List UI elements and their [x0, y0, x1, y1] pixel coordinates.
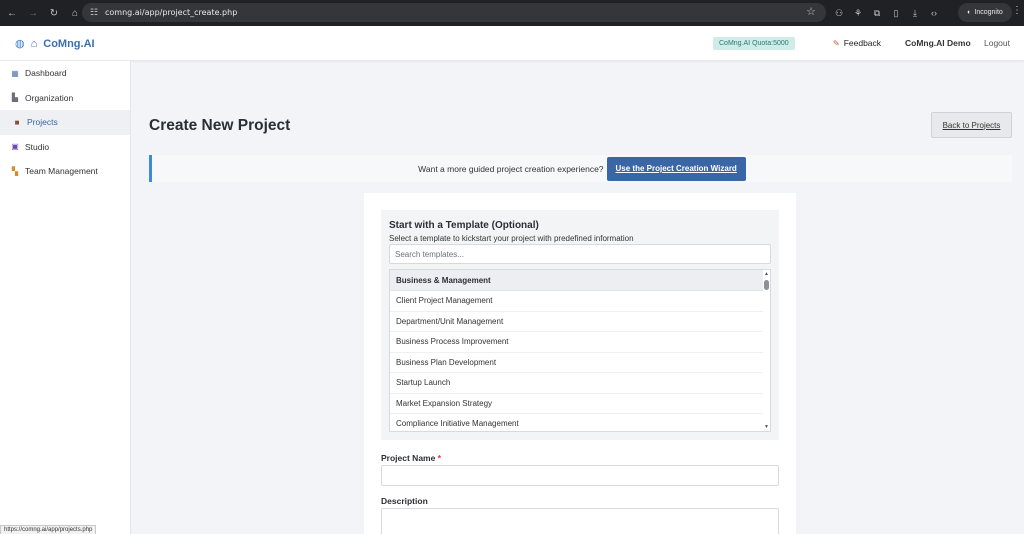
template-option[interactable]: Compliance Initiative Management: [390, 414, 765, 431]
browser-menu-icon[interactable]: ⋮: [1012, 5, 1022, 16]
incognito-icon: ◐: [967, 9, 972, 16]
sidebar-item-projects[interactable]: ■ Projects: [0, 110, 130, 135]
scroll-up-arrow-icon[interactable]: ▲: [764, 271, 769, 277]
back-arrow-icon[interactable]: ←: [3, 4, 21, 22]
site-info-icon[interactable]: ☷: [87, 6, 101, 20]
sidebar-item-studio[interactable]: ▣ Studio: [0, 135, 130, 160]
project-name-label: Project Name *: [381, 453, 441, 463]
extension-icon-2[interactable]: ⚘: [851, 4, 865, 22]
project-name-input[interactable]: [381, 465, 779, 486]
wizard-banner: Want a more guided project creation expe…: [149, 155, 1012, 182]
extension-icon-3[interactable]: ⧉: [870, 4, 884, 22]
feedback-icon: ✎: [833, 38, 840, 48]
page-title: Create New Project: [149, 117, 291, 134]
sidebar-item-team-management[interactable]: ▚ Team Management: [0, 159, 130, 184]
scrollbar-thumb[interactable]: [764, 280, 769, 290]
incognito-badge[interactable]: ◐ Incognito: [958, 3, 1012, 22]
status-bar-url: https://comng.ai/app/projects.php: [0, 525, 97, 534]
description-textarea[interactable]: [381, 508, 779, 534]
template-search-input[interactable]: [389, 244, 771, 264]
template-list-scrollbar[interactable]: ▲ ▼: [763, 270, 770, 431]
wizard-button[interactable]: Use the Project Creation Wizard: [606, 156, 746, 181]
template-option[interactable]: Client Project Management: [390, 291, 765, 312]
sidebar-item-label: Studio: [25, 141, 50, 152]
brand[interactable]: ◍ ⌂ CoMng.AI: [15, 37, 95, 51]
sidebar-item-dashboard[interactable]: ▦ Dashboard: [0, 61, 130, 86]
extension-icon-1[interactable]: ⚇: [832, 4, 846, 22]
browser-toolbar: ← → ↻ ⌂ ☷ comng.ai/app/project_create.ph…: [0, 0, 1024, 26]
studio-icon: ▣: [11, 142, 19, 152]
required-mark: *: [437, 453, 442, 463]
briefcase-icon: ■: [14, 117, 20, 127]
description-label: Description: [381, 496, 428, 506]
brand-name[interactable]: CoMng.AI: [43, 38, 94, 50]
downloads-icon[interactable]: ⤓: [908, 4, 922, 22]
url-text[interactable]: comng.ai/app/project_create.php: [105, 8, 237, 17]
forward-arrow-icon[interactable]: →: [24, 4, 42, 22]
extensions-area: ⚇ ⚘ ⧉ ▯ ⤓ ‹›: [832, 4, 941, 22]
sidebar-item-label: Dashboard: [25, 68, 67, 79]
address-bar[interactable]: ☷ comng.ai/app/project_create.php ☆: [82, 3, 826, 22]
project-name-label-text: Project Name: [381, 453, 436, 463]
dashboard-icon: ▦: [11, 68, 19, 78]
incognito-label: Incognito: [974, 9, 1003, 16]
home-icon: ⌂: [30, 37, 38, 50]
template-list[interactable]: Business & Management Client Project Man…: [389, 269, 771, 432]
sidebar-toggle-icon[interactable]: ▯: [889, 4, 903, 22]
template-option[interactable]: Market Expansion Strategy: [390, 394, 765, 414]
bookmark-star-icon[interactable]: ☆: [806, 5, 816, 18]
scroll-down-arrow-icon[interactable]: ▼: [764, 424, 769, 430]
template-group-header: Business & Management: [390, 270, 765, 291]
template-option[interactable]: Department/Unit Management: [390, 312, 765, 332]
devtools-icon[interactable]: ‹›: [927, 4, 941, 22]
back-to-projects-button[interactable]: Back to Projects: [931, 112, 1012, 138]
reload-icon[interactable]: ↻: [45, 4, 63, 22]
quota-badge: CoMng.AI Quota:5000: [713, 37, 795, 50]
template-subtitle: Select a template to kickstart your proj…: [389, 234, 634, 243]
template-option[interactable]: Business Plan Development: [390, 353, 765, 373]
sidebar: ▦ Dashboard ▙ Organization ■ Projects ▣ …: [0, 61, 131, 534]
sidebar-item-label: Projects: [27, 117, 58, 128]
template-section: Start with a Template (Optional) Select …: [381, 210, 779, 440]
globe-icon[interactable]: ◍: [15, 37, 25, 50]
logout-link[interactable]: Logout: [984, 38, 1010, 48]
template-title: Start with a Template (Optional): [389, 220, 539, 231]
template-option[interactable]: Business Process Improvement: [390, 332, 765, 353]
wizard-prompt: Want a more guided project creation expe…: [418, 163, 604, 174]
sidebar-item-organization[interactable]: ▙ Organization: [0, 86, 130, 111]
team-icon: ▚: [11, 166, 19, 176]
project-form-card: Start with a Template (Optional) Select …: [364, 193, 796, 534]
feedback-link[interactable]: ✎ Feedback: [833, 38, 881, 48]
app-header: ◍ ⌂ CoMng.AI CoMng.AI Quota:5000 ✎ Feedb…: [0, 26, 1024, 61]
sidebar-item-label: Team Management: [25, 166, 98, 177]
sidebar-item-label: Organization: [25, 92, 74, 103]
user-name[interactable]: CoMng.AI Demo: [905, 38, 971, 48]
organization-icon: ▙: [11, 93, 19, 103]
feedback-label: Feedback: [843, 38, 882, 48]
template-option[interactable]: Startup Launch: [390, 373, 765, 394]
